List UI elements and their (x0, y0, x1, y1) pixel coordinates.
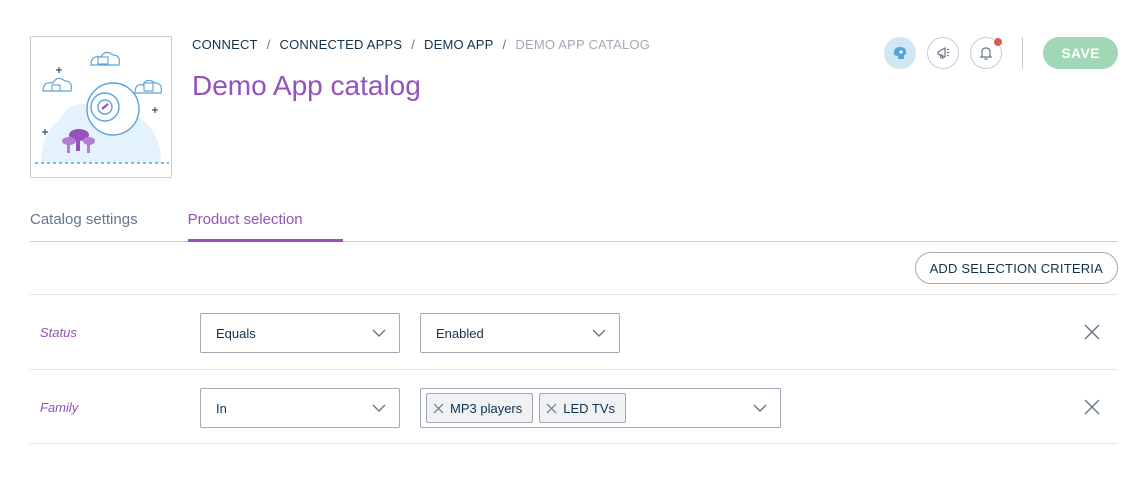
header-actions: SAVE (884, 37, 1118, 69)
header-divider (1022, 37, 1024, 69)
close-icon[interactable] (546, 403, 557, 414)
breadcrumb-separator: / (266, 37, 271, 52)
notifications-button[interactable] (970, 37, 1004, 69)
family-multiselect[interactable]: MP3 players LED TVs (420, 388, 781, 428)
chevron-down-icon (372, 329, 386, 337)
chip-label: MP3 players (450, 400, 523, 416)
user-avatar[interactable] (884, 37, 917, 69)
criteria-row-status: Status Equals Enabled (30, 294, 1118, 369)
breadcrumb-demo-app[interactable]: DEMO APP (424, 37, 494, 52)
breadcrumb: CONNECT / CONNECTED APPS / DEMO APP / DE… (192, 37, 650, 52)
value-select[interactable]: Enabled (420, 313, 620, 353)
breadcrumb-separator: / (502, 37, 507, 52)
breadcrumb-connected-apps[interactable]: CONNECTED APPS (280, 37, 403, 52)
bell-icon (979, 47, 993, 60)
operator-select[interactable]: In (200, 388, 400, 428)
criteria-row-family: Family In MP3 players LED TVs (30, 369, 1118, 444)
breadcrumb-connect[interactable]: CONNECT (192, 37, 258, 52)
operator-value: Equals (216, 325, 256, 341)
chevron-down-icon (372, 404, 386, 412)
page-title: Demo App catalog (192, 70, 421, 101)
selected-value: Enabled (436, 325, 484, 341)
operator-select[interactable]: Equals (200, 313, 400, 353)
tab-bar: Catalog settings Product selection (30, 200, 1118, 242)
save-button[interactable]: SAVE (1043, 37, 1118, 69)
chevron-down-icon (753, 404, 767, 412)
user-avatar-icon (894, 47, 907, 59)
catalog-thumbnail (30, 36, 172, 178)
operator-value: In (216, 400, 227, 416)
remove-criteria-icon[interactable] (1084, 399, 1100, 415)
megaphone-icon (937, 46, 950, 59)
criteria-field-label: Status (40, 325, 77, 340)
announcements-button[interactable] (927, 37, 960, 69)
add-selection-criteria-button[interactable]: ADD SELECTION CRITERIA (914, 252, 1118, 284)
breadcrumb-separator: / (411, 37, 416, 52)
remove-criteria-icon[interactable] (1084, 324, 1100, 340)
chevron-down-icon (592, 329, 606, 337)
close-icon[interactable] (433, 403, 444, 414)
tab-product-selection[interactable]: Product selection (187, 200, 343, 242)
criteria-list: Status Equals Enabled Family In MP3 play… (30, 294, 1118, 444)
chip-label: LED TVs (563, 400, 616, 416)
criteria-field-label: Family (40, 400, 79, 415)
breadcrumb-current: DEMO APP CATALOG (515, 37, 651, 52)
cloud-illustration-icon (35, 51, 169, 164)
selected-chip: LED TVs (539, 393, 627, 423)
notification-badge (993, 37, 1004, 47)
selected-chip: MP3 players (426, 393, 534, 423)
tab-catalog-settings[interactable]: Catalog settings (30, 200, 138, 242)
